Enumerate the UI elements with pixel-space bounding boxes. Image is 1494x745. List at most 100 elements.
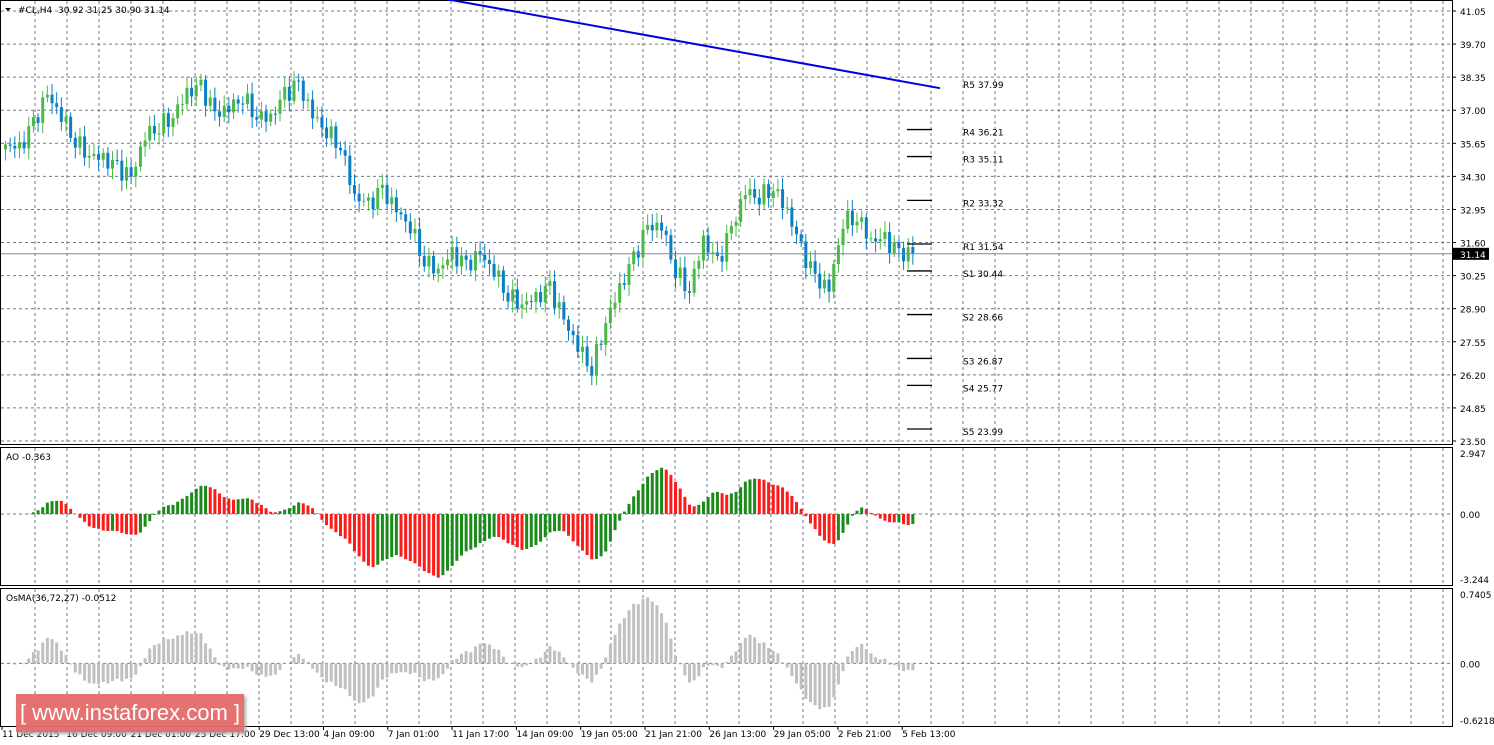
current-price-label: 31.14 xyxy=(1460,251,1486,261)
candle-body xyxy=(138,146,142,167)
candle-body xyxy=(739,199,743,222)
candle-body xyxy=(236,99,240,104)
histogram-bar xyxy=(822,663,826,708)
histogram-bar xyxy=(883,514,887,521)
histogram-bar xyxy=(632,603,636,664)
candle-body xyxy=(487,259,491,264)
histogram-bar xyxy=(325,663,329,683)
candle-body xyxy=(627,264,631,285)
histogram-bar xyxy=(534,514,538,546)
histogram-bar xyxy=(902,514,906,525)
candle-body xyxy=(534,291,538,302)
histogram-bar xyxy=(92,514,96,528)
price-chart[interactable]: 41.0539.7038.3537.0035.6534.3032.9531.60… xyxy=(0,0,1494,745)
histogram-bar xyxy=(390,514,394,558)
histogram-bar xyxy=(711,492,715,515)
histogram-bar xyxy=(562,657,566,664)
histogram-bar xyxy=(767,482,771,515)
histogram-bar xyxy=(669,638,673,664)
indicator-title: OsMA(36,72,27) -0.0512 xyxy=(6,594,116,604)
candle-body xyxy=(13,145,17,149)
histogram-bar xyxy=(301,503,305,515)
histogram-bar xyxy=(190,633,194,664)
candle-body xyxy=(618,283,622,303)
dropdown-triangle-icon xyxy=(5,8,11,11)
histogram-bar xyxy=(22,663,26,665)
histogram-bar xyxy=(371,663,375,697)
histogram-bar xyxy=(460,514,463,556)
histogram-bar xyxy=(683,496,687,515)
histogram-bar xyxy=(808,663,812,702)
histogram-bar xyxy=(245,498,249,515)
histogram-bar xyxy=(273,512,277,515)
indicator-title: AO -0.363 xyxy=(6,453,51,463)
histogram-bar xyxy=(287,508,291,515)
histogram-bar xyxy=(204,485,208,515)
histogram-bar xyxy=(701,663,705,668)
histogram-bar xyxy=(818,514,822,536)
histogram-bar xyxy=(455,658,459,664)
candle-body xyxy=(813,261,817,274)
histogram-bar xyxy=(846,656,850,664)
histogram-bar xyxy=(720,493,724,515)
candle-body xyxy=(287,86,291,101)
candle-body xyxy=(771,191,775,198)
histogram-bar xyxy=(860,507,864,515)
histogram-bar xyxy=(306,661,310,664)
pivot-label: R5 37.99 xyxy=(963,81,1004,91)
histogram-bar xyxy=(669,474,673,515)
candle-body xyxy=(380,184,384,188)
histogram-bar xyxy=(469,514,473,550)
histogram-bar xyxy=(850,651,854,664)
histogram-bar xyxy=(753,478,757,515)
histogram-bar xyxy=(64,654,68,664)
histogram-bar xyxy=(162,506,166,515)
histogram-bar xyxy=(92,663,96,684)
histogram-bar xyxy=(804,514,808,517)
histogram-bar xyxy=(180,634,184,664)
histogram-bar xyxy=(399,663,403,673)
candle-body xyxy=(585,346,589,367)
candle-body xyxy=(399,212,403,215)
candle-body xyxy=(301,80,305,101)
histogram-bar xyxy=(576,663,580,674)
candle-body xyxy=(22,142,26,149)
histogram-bar xyxy=(222,663,226,667)
histogram-bar xyxy=(83,514,87,522)
histogram-bar xyxy=(208,487,212,515)
candle-body xyxy=(45,94,49,98)
histogram-bar xyxy=(767,647,771,664)
histogram-bar xyxy=(450,660,454,664)
candle-body xyxy=(808,261,812,269)
histogram-bar xyxy=(567,663,571,664)
histogram-bar xyxy=(483,514,487,542)
histogram-bar xyxy=(329,514,333,529)
histogram-bar xyxy=(64,503,68,515)
candle-body xyxy=(36,117,40,123)
candle-body xyxy=(469,259,473,271)
candle-body xyxy=(59,107,63,122)
pivot-label: R2 33.32 xyxy=(963,199,1004,209)
histogram-bar xyxy=(311,508,315,515)
candle-body xyxy=(548,281,552,286)
histogram-bar xyxy=(334,514,338,533)
histogram-bar xyxy=(539,657,543,664)
histogram-bar xyxy=(394,663,398,674)
histogram-bar xyxy=(832,514,836,544)
histogram-bar xyxy=(227,498,231,515)
candle-body xyxy=(320,117,324,128)
histogram-bar xyxy=(236,663,240,669)
histogram-bar xyxy=(292,657,296,664)
histogram-bar xyxy=(208,648,212,664)
candle-body xyxy=(278,99,282,114)
candle-body xyxy=(162,113,166,134)
histogram-bar xyxy=(315,663,319,673)
histogram-bar xyxy=(636,490,640,515)
pane-border xyxy=(0,447,1453,586)
histogram-bar xyxy=(455,514,459,561)
histogram-bar xyxy=(553,514,557,532)
price-tick-label: 37.00 xyxy=(1460,107,1486,117)
histogram-bar xyxy=(911,663,915,671)
histogram-bar xyxy=(31,512,35,515)
candle-body xyxy=(348,155,352,186)
